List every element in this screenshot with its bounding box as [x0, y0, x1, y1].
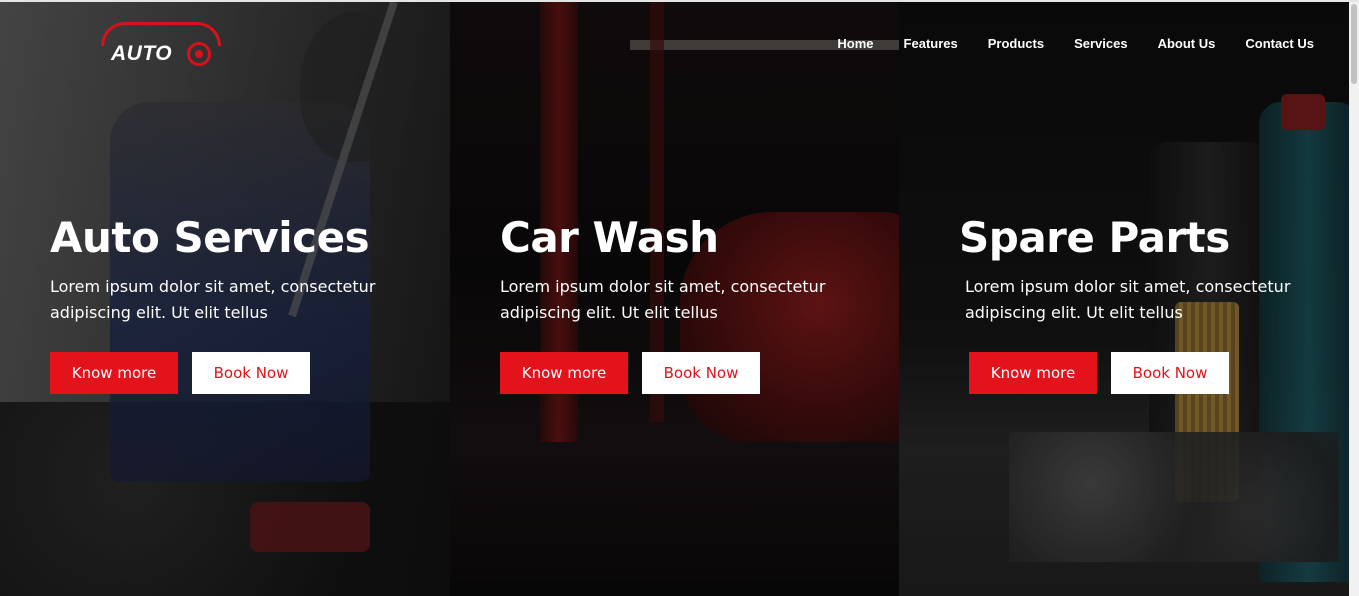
auto-services-content: Auto Services Lorem ipsum dolor sit amet…: [50, 212, 410, 394]
scrollbar-thumb[interactable]: [1351, 4, 1357, 84]
spare-parts-book-now-button[interactable]: Book Now: [1111, 352, 1229, 394]
hero-page: AUTO Home Features Products Services Abo…: [0, 0, 1359, 596]
site-logo[interactable]: AUTO: [99, 20, 229, 68]
auto-services-description: Lorem ipsum dolor sit amet, consectetur …: [50, 277, 376, 322]
nav-home[interactable]: Home: [837, 36, 873, 51]
auto-services-buttons: Know more Book Now: [50, 352, 410, 394]
auto-services-title: Auto Services: [50, 213, 370, 262]
nav-about-us[interactable]: About Us: [1158, 36, 1216, 51]
spare-parts-content: Spare Parts Lorem ipsum dolor sit amet, …: [959, 212, 1315, 394]
car-wash-know-more-button[interactable]: Know more: [500, 352, 628, 394]
spare-parts-description: Lorem ipsum dolor sit amet, consectetur …: [965, 277, 1291, 322]
main-nav: Home Features Products Services About Us…: [837, 36, 1314, 51]
car-wash-book-now-button[interactable]: Book Now: [642, 352, 760, 394]
nav-features[interactable]: Features: [904, 36, 958, 51]
car-wash-title: Car Wash: [500, 213, 719, 262]
nav-products[interactable]: Products: [988, 36, 1044, 51]
wheel-icon: [187, 42, 211, 66]
logo-text: AUTO: [111, 42, 173, 65]
car-wash-content: Car Wash Lorem ipsum dolor sit amet, con…: [500, 212, 860, 394]
car-wash-buttons: Know more Book Now: [500, 352, 860, 394]
auto-services-know-more-button[interactable]: Know more: [50, 352, 178, 394]
nav-services[interactable]: Services: [1074, 36, 1128, 51]
car-wash-description: Lorem ipsum dolor sit amet, consectetur …: [500, 277, 826, 322]
nav-contact-us[interactable]: Contact Us: [1245, 36, 1314, 51]
spare-parts-know-more-button[interactable]: Know more: [969, 352, 1097, 394]
site-header: AUTO Home Features Products Services Abo…: [0, 2, 1359, 88]
page-scrollbar[interactable]: [1349, 2, 1359, 596]
spare-parts-buttons: Know more Book Now: [969, 352, 1315, 394]
auto-services-book-now-button[interactable]: Book Now: [192, 352, 310, 394]
spare-parts-title: Spare Parts: [959, 213, 1230, 262]
